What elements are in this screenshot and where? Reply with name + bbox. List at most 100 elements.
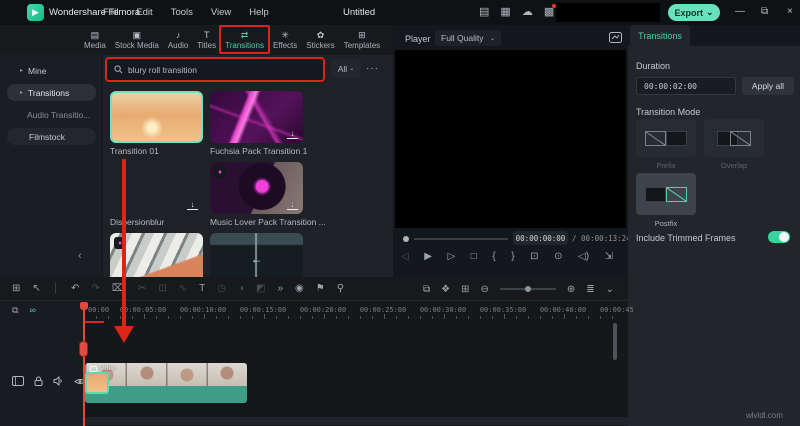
play-to-in-icon[interactable]: ▶: [424, 251, 432, 262]
playhead-grip[interactable]: [79, 341, 88, 357]
current-timecode[interactable]: 00:00:00:00: [513, 231, 568, 245]
collapse-sidebar-button[interactable]: ‹: [78, 250, 82, 262]
transition-thumb-fuchsia-pack[interactable]: ↓: [210, 91, 303, 143]
zoom-slider[interactable]: [500, 288, 556, 290]
tab-audio[interactable]: ♪ Audio: [167, 30, 189, 50]
applied-transition-chip[interactable]: [85, 372, 109, 394]
render-preview-icon[interactable]: ◉: [295, 283, 304, 294]
titles-icon: T: [204, 30, 210, 40]
close-button[interactable]: ×: [787, 6, 793, 17]
zoom-in-icon[interactable]: ⊕: [567, 284, 575, 295]
workspace-icon[interactable]: ▩: [544, 5, 554, 19]
ruler-minor-ticks[interactable]: [84, 316, 624, 319]
zoom-slider-handle[interactable]: [525, 286, 531, 292]
manage-tracks-icon[interactable]: ⧉: [12, 305, 18, 316]
filter-dropdown[interactable]: All ⌄: [331, 59, 361, 78]
timeline-scrollbar[interactable]: [613, 323, 617, 360]
transition-thumb-transition-01[interactable]: [110, 91, 203, 143]
cloud-upload-icon[interactable]: ☁: [522, 5, 533, 19]
transition-thumb-row3-right[interactable]: ←: [210, 233, 303, 277]
tab-titles[interactable]: T Titles: [196, 30, 217, 50]
speed-icon[interactable]: ◷: [217, 283, 226, 294]
display-device-icon[interactable]: ⊡: [530, 251, 538, 262]
sidebar-item-transitions[interactable]: ▸ Transitions: [7, 84, 96, 101]
mode-postfix-card[interactable]: [636, 173, 696, 215]
auto-ripple-icon[interactable]: ❖: [441, 284, 450, 295]
undo-icon[interactable]: ↶: [71, 283, 79, 294]
playhead-handle[interactable]: [80, 302, 88, 310]
more-tools-icon[interactable]: »: [277, 283, 283, 294]
playhead-line[interactable]: [83, 302, 85, 426]
snapshot-icon[interactable]: ⊙: [554, 251, 562, 262]
minimize-button[interactable]: —: [735, 6, 745, 17]
zoom-out-icon[interactable]: ⊖: [480, 284, 488, 295]
play-icon[interactable]: ▷: [448, 251, 456, 262]
select-tool-icon[interactable]: ↖: [32, 283, 40, 294]
fullscreen-icon[interactable]: ⇲: [605, 251, 613, 262]
include-trimmed-toggle[interactable]: [768, 231, 790, 243]
properties-tab-transitions[interactable]: Transitions: [630, 25, 690, 46]
lock-track-icon[interactable]: [34, 376, 43, 386]
track-header-column: [0, 302, 84, 426]
layout-icon[interactable]: ▤: [479, 5, 489, 19]
video-clip-body[interactable]: [85, 386, 247, 403]
track-height-icon[interactable]: ≣: [586, 284, 594, 295]
fit-timeline-icon[interactable]: ⊞: [461, 284, 469, 295]
toolbar-divider: │: [53, 283, 59, 294]
mask-icon[interactable]: ◩: [256, 283, 265, 294]
search-input[interactable]: blury roll transition: [105, 57, 325, 82]
marker-icon[interactable]: ⚑: [316, 283, 325, 294]
audio-stretch-icon[interactable]: ∿: [179, 283, 187, 294]
ruler-label: 00:00:05:00: [120, 306, 166, 314]
mixer-icon[interactable]: ⧉: [423, 284, 430, 295]
empty-track-lane[interactable]: [85, 417, 628, 425]
apply-all-button[interactable]: Apply all: [742, 77, 794, 95]
more-options-button[interactable]: ···: [366, 63, 379, 74]
menu-edit[interactable]: Edit: [136, 7, 152, 18]
scrubber-track[interactable]: [414, 238, 508, 240]
voiceover-icon[interactable]: ⚲: [337, 283, 344, 294]
sidebar-item-filmstock[interactable]: Filmstock: [7, 128, 96, 145]
redo-icon[interactable]: ↷: [91, 283, 99, 294]
transition-thumb-music-lover[interactable]: ♦ ↓: [210, 162, 303, 214]
export-button[interactable]: Export⌄: [668, 4, 720, 21]
crop-icon[interactable]: ⊡: [158, 283, 166, 294]
tab-effects[interactable]: ✳ Effects: [272, 30, 298, 50]
toolbar-more-icon[interactable]: ⌄: [606, 284, 614, 295]
tab-stock-media[interactable]: ▣ Stock Media: [114, 30, 160, 50]
prev-frame-icon[interactable]: ◁: [401, 251, 409, 262]
quality-dropdown[interactable]: Full Quality ⌄: [435, 30, 501, 46]
mark-out-icon[interactable]: }: [511, 251, 514, 262]
menu-tools[interactable]: Tools: [171, 7, 193, 18]
display-settings-icon[interactable]: [609, 32, 622, 43]
mode-overlap-card[interactable]: [704, 119, 764, 157]
mode-prefix-card[interactable]: [636, 119, 696, 157]
save-icon[interactable]: ▦: [500, 5, 510, 19]
menu-view[interactable]: View: [211, 7, 231, 18]
timeline-panel: ⊞ ↖ │ ↶ ↷ ⌦ ✂ ⊡ ∿ T ◷ ◑ ◩ » ◉ ⚑ ⚲ ⧉ ❖ ⊞ …: [0, 277, 628, 426]
menu-file[interactable]: File: [103, 7, 118, 18]
stop-icon[interactable]: □: [471, 251, 477, 262]
asset-tabbar: ▤ Media ▣ Stock Media ♪ Audio T Titles ⇄…: [0, 25, 393, 55]
color-icon[interactable]: ◑: [238, 283, 244, 294]
tab-templates[interactable]: ⊞ Templates: [343, 30, 381, 50]
thumb-label: Dispersionblur: [110, 217, 164, 227]
tab-media[interactable]: ▤ Media: [83, 30, 107, 50]
volume-icon[interactable]: ◁): [578, 251, 589, 262]
sidebar-item-audio-transitions[interactable]: Audio Transitio...: [7, 106, 96, 123]
duration-input[interactable]: 00:00:02:00: [636, 77, 736, 95]
text-tool-icon[interactable]: T: [199, 283, 205, 294]
menu-help[interactable]: Help: [249, 7, 269, 18]
media-panel-icon[interactable]: ⊞: [12, 283, 20, 294]
link-clips-icon[interactable]: ∞: [29, 305, 35, 316]
scrubber-handle[interactable]: [403, 236, 409, 242]
mark-in-icon[interactable]: {: [492, 251, 495, 262]
restore-button[interactable]: ⧉: [761, 6, 768, 17]
tab-stickers[interactable]: ✿ Stickers: [305, 30, 335, 50]
split-icon[interactable]: ✂: [138, 283, 146, 294]
tab-transitions[interactable]: ⇄ Transitions: [224, 30, 265, 50]
video-preview[interactable]: [395, 50, 626, 228]
templates-icon: ⊞: [358, 30, 366, 40]
mute-track-icon[interactable]: [53, 376, 64, 386]
sidebar-item-mine[interactable]: ▸ Mine: [7, 62, 96, 79]
